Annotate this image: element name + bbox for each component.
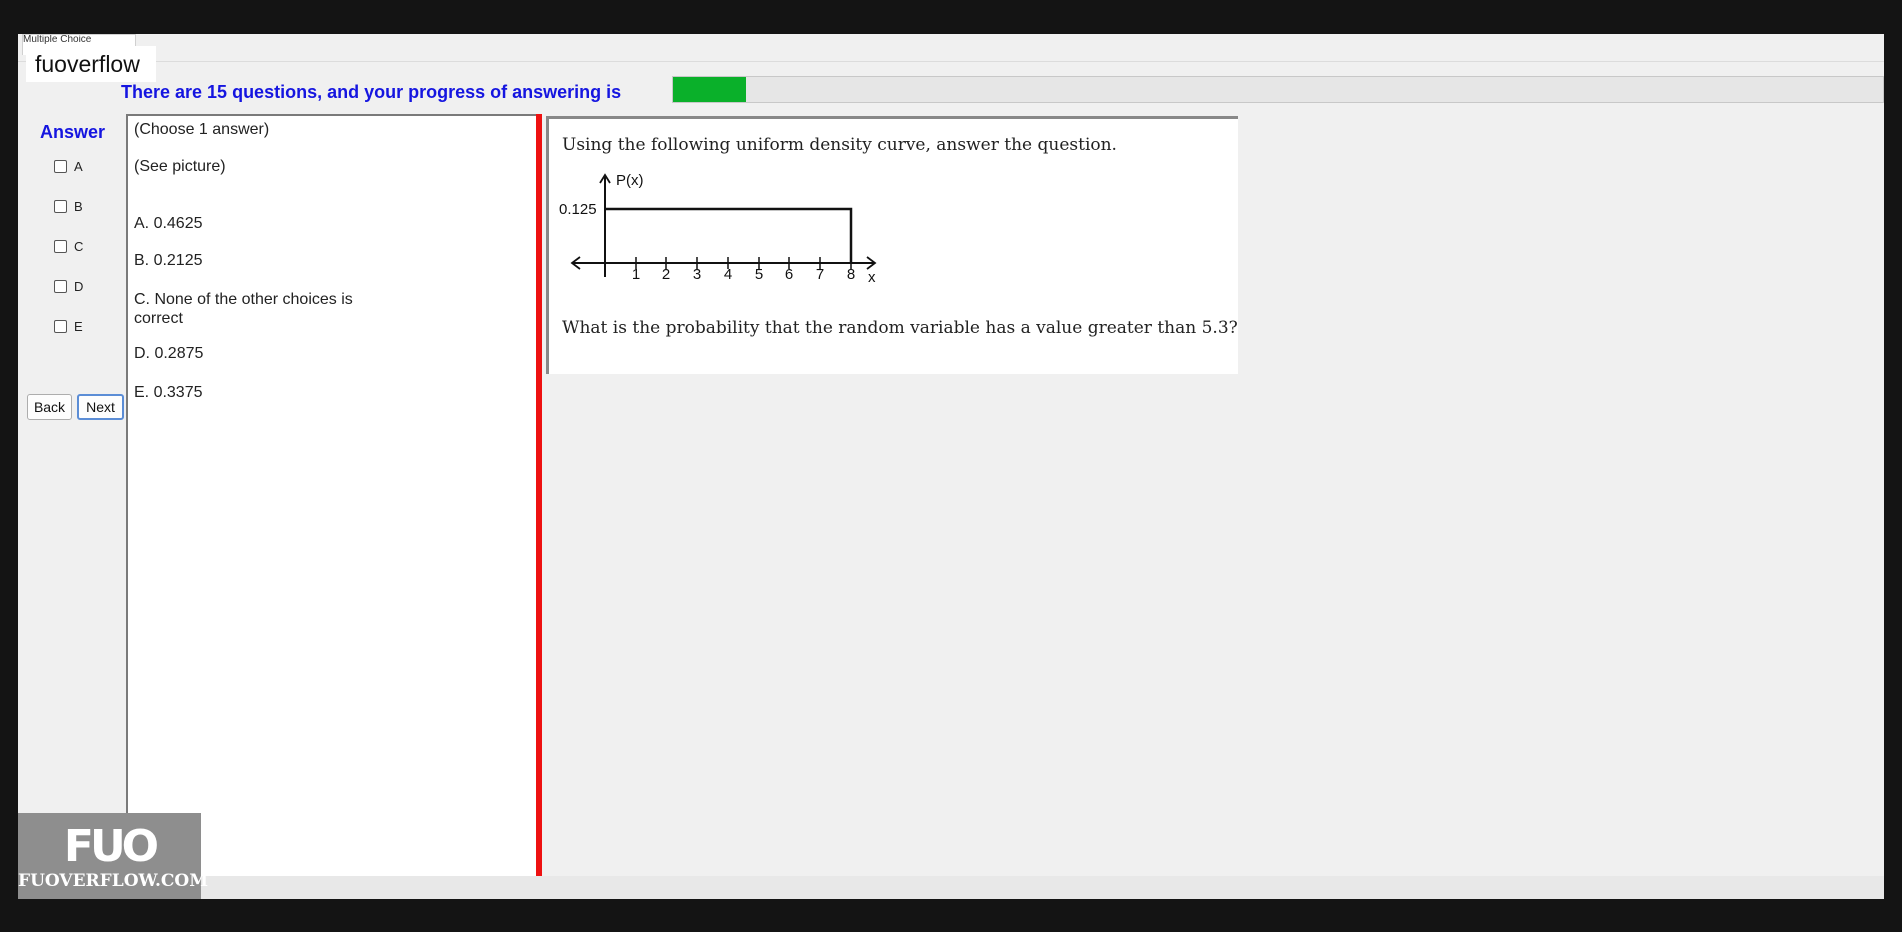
x-tick-label: 1	[632, 266, 640, 283]
answer-option-c[interactable]: C	[54, 236, 83, 256]
logo-mark: FUO	[63, 821, 159, 872]
choice-d: D. 0.2875	[134, 345, 204, 362]
option-letter: E	[74, 318, 83, 334]
progress-fill	[673, 77, 746, 102]
checkbox[interactable]	[54, 159, 67, 173]
x-tick-label: 3	[693, 266, 701, 283]
back-button[interactable]: Back	[27, 394, 72, 420]
next-button[interactable]: Next	[77, 394, 124, 420]
choice-c-continued: correct	[134, 310, 183, 327]
answer-option-e[interactable]: E	[54, 316, 83, 336]
x-tick-label: 2	[662, 266, 670, 283]
x-tick-label: 7	[816, 266, 824, 283]
x-tick-label: 8	[847, 266, 855, 283]
see-picture-text: (See picture)	[134, 158, 226, 175]
question-intro: Using the following uniform density curv…	[562, 135, 1117, 155]
question-picture: Using the following uniform density curv…	[546, 116, 1238, 374]
fuoverflow-logo: FUO FUOVERFLOW.COM	[18, 813, 209, 899]
tab-strip: Multiple Choice	[18, 34, 1884, 62]
x-axis-label: x	[868, 269, 876, 286]
checkbox[interactable]	[54, 319, 67, 333]
question-prompt: What is the probability that the random …	[562, 318, 1238, 338]
choice-a: A. 0.4625	[134, 215, 203, 232]
progress-bar	[672, 76, 1884, 103]
checkbox[interactable]	[54, 199, 67, 213]
watermark-title: fuoverflow	[26, 46, 156, 82]
option-letter: D	[74, 278, 84, 294]
checkbox[interactable]	[54, 239, 67, 253]
option-letter: C	[74, 238, 84, 254]
option-letter: A	[74, 158, 83, 174]
x-tick-label: 4	[724, 266, 732, 283]
answer-option-d[interactable]: D	[54, 276, 83, 296]
x-tick-label: 5	[755, 266, 763, 283]
logo-site: FUOVERFLOW.COM	[18, 871, 209, 891]
answer-option-b[interactable]: B	[54, 196, 83, 216]
app-window: Multiple Choice fuoverflow There are 15 …	[18, 34, 1884, 899]
x-tick-label: 6	[785, 266, 793, 283]
choice-instruction: (Choose 1 answer)	[134, 121, 270, 138]
density-curve	[605, 207, 853, 263]
choice-b: B. 0.2125	[134, 252, 203, 269]
option-letter: B	[74, 198, 83, 214]
choice-c: C. None of the other choices is	[134, 291, 353, 308]
panel-divider[interactable]	[536, 114, 542, 899]
y-tick-label: 0.125	[559, 201, 597, 218]
y-axis-label: P(x)	[616, 172, 644, 189]
horizontal-scrollbar[interactable]	[18, 876, 1884, 899]
uniform-density-graph: P(x) 0.125 1 2 3 4 5 6 7 8 x	[559, 172, 877, 286]
progress-text: There are 15 questions, and your progres…	[121, 82, 622, 102]
answer-label: Answer	[40, 122, 106, 142]
checkbox[interactable]	[54, 279, 67, 293]
choice-e: E. 0.3375	[134, 384, 203, 401]
answer-option-a[interactable]: A	[54, 156, 83, 176]
